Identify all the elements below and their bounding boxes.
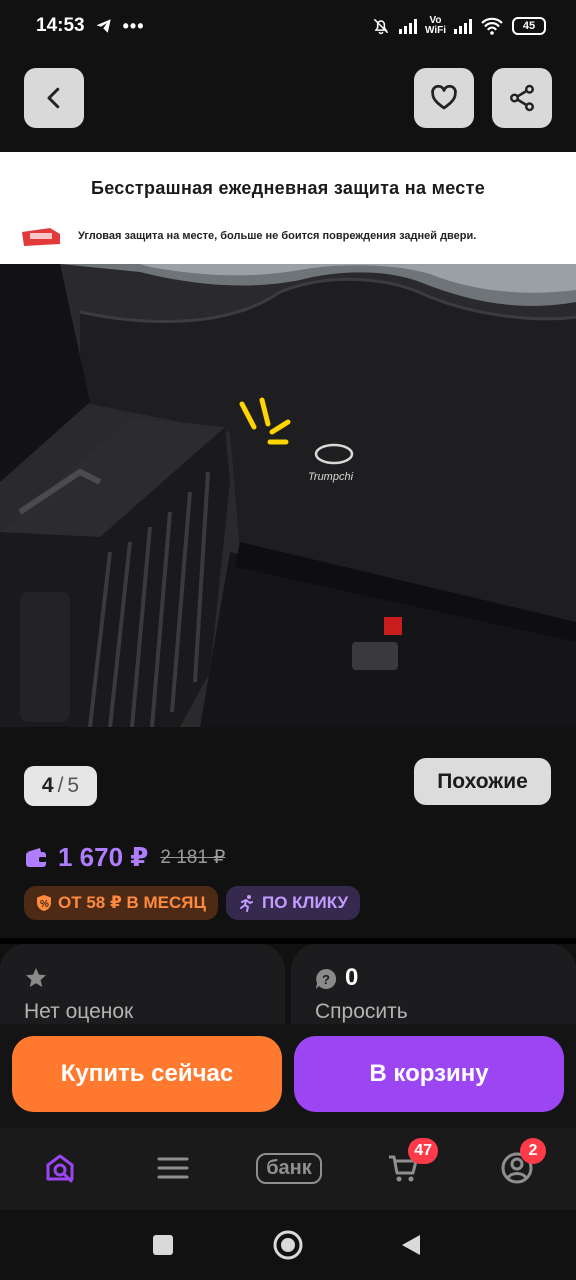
- svg-text:%: %: [40, 899, 49, 910]
- circle-icon: [273, 1230, 303, 1260]
- nav-catalog[interactable]: [156, 1148, 190, 1188]
- door-guard-icon: [22, 228, 60, 246]
- image-separator: /: [57, 774, 64, 797]
- product-image[interactable]: Trumpchi Бесстрашная ежедневная защита н…: [0, 152, 576, 727]
- status-bar: 14:53 ••• Vo WiFi 45: [0, 0, 576, 52]
- nav-profile[interactable]: 2: [500, 1138, 546, 1188]
- price: 1 670 ₽: [58, 842, 149, 872]
- share-icon: [510, 84, 534, 112]
- running-icon: [240, 895, 253, 912]
- signal-icon: [398, 18, 417, 34]
- buy-now-button[interactable]: Купить сейчас: [12, 1036, 282, 1112]
- svg-text:?: ?: [322, 972, 330, 987]
- back-button[interactable]: [24, 68, 84, 128]
- signal-icon-2: [454, 18, 472, 34]
- price-row: 1 670 ₽ 2 181 ₽: [24, 842, 225, 873]
- image-total: 5: [67, 774, 80, 797]
- triangle-back-icon: [402, 1235, 420, 1255]
- click-label: ПО КЛИКУ: [262, 893, 349, 912]
- ask-label: Спросить: [315, 1000, 408, 1023]
- image-index: 4: [41, 774, 54, 797]
- question-icon: ?: [316, 968, 337, 989]
- home-search-icon: [46, 1154, 74, 1183]
- nav-bank[interactable]: банк: [250, 1148, 328, 1188]
- click-badge[interactable]: ПО КЛИКУ: [226, 886, 361, 920]
- share-button[interactable]: [492, 68, 552, 128]
- more-icon: •••: [122, 15, 145, 36]
- battery-icon: 45: [512, 17, 546, 35]
- wifi-icon: [481, 17, 503, 35]
- status-right: Vo WiFi 45: [371, 16, 546, 36]
- system-back-button[interactable]: [394, 1228, 428, 1262]
- telegram-icon: [96, 19, 111, 33]
- square-icon: [153, 1235, 173, 1255]
- wallet-icon: [26, 847, 46, 867]
- image-counter: 4 / 5: [24, 766, 97, 806]
- nav-cart[interactable]: 47: [386, 1138, 438, 1188]
- cart-badge: 47: [408, 1138, 438, 1164]
- brand-logo: Trumpchi: [308, 471, 354, 483]
- similar-button[interactable]: Похожие: [414, 758, 551, 805]
- vowifi-label: Vo WiFi: [424, 15, 446, 36]
- installment-badge[interactable]: % ОТ 58 ₽ В МЕСЯЦ: [24, 886, 218, 920]
- status-left: 14:53 •••: [36, 15, 145, 37]
- star-icon: [26, 968, 46, 987]
- favorite-button[interactable]: [414, 68, 474, 128]
- add-to-cart-button[interactable]: В корзину: [294, 1036, 564, 1112]
- home-button[interactable]: [271, 1228, 305, 1262]
- bottom-nav: банк 47 2: [0, 1128, 576, 1210]
- heart-icon: [431, 84, 457, 110]
- recents-button[interactable]: [146, 1228, 180, 1262]
- rating-label: Нет оценок: [24, 1000, 134, 1023]
- shield-percent-icon: %: [37, 895, 51, 911]
- back-icon: [47, 87, 60, 109]
- installment-label: ОТ 58 ₽ В МЕСЯЦ: [58, 893, 206, 912]
- banner-title: Бесстрашная ежедневная защита на месте: [90, 178, 486, 198]
- system-nav: [0, 1210, 576, 1280]
- bank-label: банк: [256, 1152, 322, 1184]
- menu-icon: [157, 1157, 189, 1179]
- banner-subtitle: Угловая защита на месте, больше не боитс…: [78, 230, 477, 242]
- nav-home[interactable]: [40, 1148, 80, 1188]
- profile-badge: 2: [520, 1138, 546, 1164]
- question-count: 0: [345, 964, 359, 991]
- mute-icon: [373, 18, 389, 35]
- old-price: 2 181 ₽: [160, 847, 226, 868]
- promo-banner: Бесстрашная ежедневная защита на месте У…: [0, 152, 576, 264]
- status-time: 14:53: [36, 15, 85, 36]
